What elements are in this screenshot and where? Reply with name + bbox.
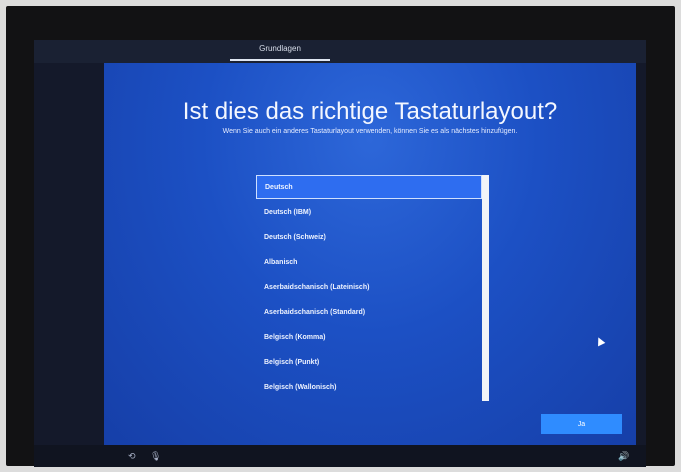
microphone-icon[interactable]: 🎙 — [150, 451, 161, 462]
bottom-taskbar — [34, 445, 646, 467]
keyboard-layout-item[interactable]: Aserbaidschanisch (Standard) — [256, 300, 482, 324]
keyboard-layout-item[interactable]: Deutsch (IBM) — [256, 200, 482, 224]
volume-icon[interactable]: 🔊 — [618, 451, 629, 462]
keyboard-layout-item[interactable]: Aserbaidschanisch (Lateinisch) — [256, 275, 482, 299]
right-dark-panel — [636, 63, 646, 445]
keyboard-layout-item[interactable]: Belgisch (Komma) — [256, 325, 482, 349]
accessibility-icon[interactable]: ⟲ — [128, 451, 136, 462]
progress-tab-grundlagen: Grundlagen — [259, 44, 301, 53]
keyboard-layout-item[interactable]: Deutsch (Schweiz) — [256, 225, 482, 249]
keyboard-layout-item[interactable]: Belgisch (Punkt) — [256, 350, 482, 374]
page-title: Ist dies das richtige Tastaturlayout? — [182, 98, 558, 125]
list-scrollbar[interactable] — [482, 175, 489, 401]
keyboard-layout-item[interactable]: Albanisch — [256, 250, 482, 274]
keyboard-layout-item[interactable]: Deutsch — [256, 175, 482, 199]
keyboard-layout-list[interactable]: Deutsch Deutsch (IBM) Deutsch (Schweiz) … — [256, 175, 482, 401]
progress-tab-underline — [230, 59, 330, 61]
keyboard-layout-item[interactable]: Belgisch (Wallonisch) — [256, 375, 482, 399]
yes-button[interactable]: Ja — [541, 414, 622, 434]
left-dark-panel — [34, 63, 104, 445]
page-subtitle: Wenn Sie auch ein anderes Tastaturlayout… — [222, 128, 518, 135]
top-progress-bar — [34, 40, 646, 64]
